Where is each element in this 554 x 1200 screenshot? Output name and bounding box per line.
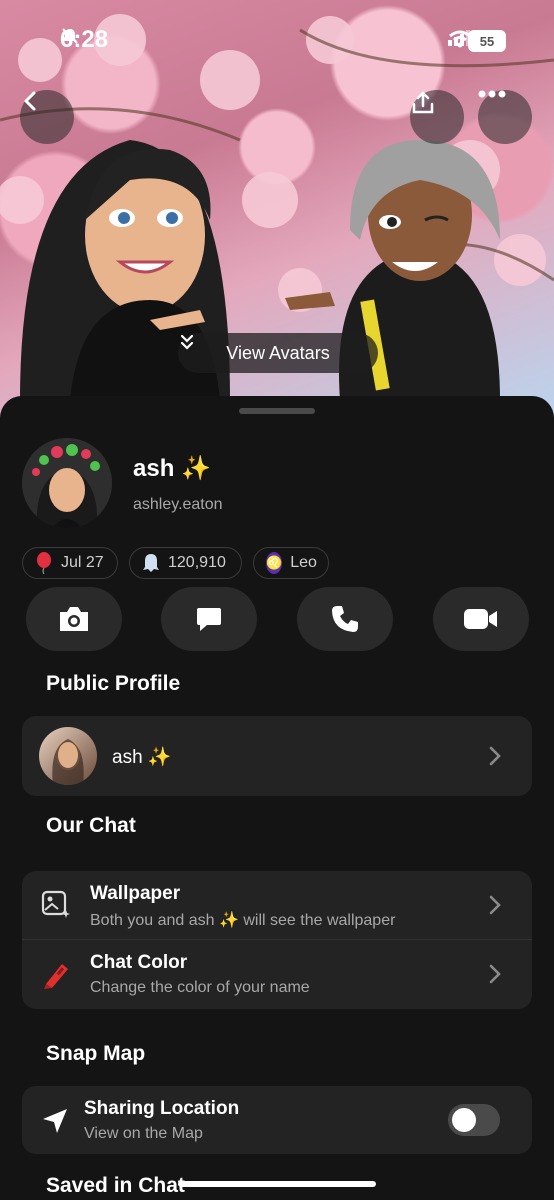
chat-color-subtitle: Change the color of your name (90, 979, 310, 996)
share-upload-icon (412, 91, 434, 114)
crayon-icon (44, 964, 68, 989)
double-chevron-down-icon (180, 334, 194, 350)
public-profile-avatar (39, 727, 97, 785)
sharing-location-subtitle: View on the Map (84, 1125, 203, 1142)
public-profile-card[interactable]: ash ✨ (22, 716, 532, 796)
our-chat-card: Wallpaper Both you and ash ✨ will see th… (22, 871, 532, 1009)
bitmoji-avatar-image (22, 438, 112, 528)
back-button[interactable] (20, 90, 74, 144)
section-title-saved-in-chat: Saved in Chat (46, 1174, 185, 1197)
sharing-location-row[interactable]: Sharing Location View on the Map (22, 1086, 532, 1154)
profile-photo (52, 739, 84, 785)
toggle-knob (452, 1108, 476, 1132)
home-indicator[interactable] (178, 1181, 376, 1187)
sheet-grabber[interactable] (239, 408, 315, 414)
section-title-snap-map: Snap Map (46, 1042, 146, 1065)
video-camera-icon (464, 609, 497, 629)
balloon-icon (37, 552, 51, 574)
phone-icon (332, 606, 358, 632)
wallpaper-row[interactable]: Wallpaper Both you and ash ✨ will see th… (22, 871, 532, 939)
camera-button[interactable] (26, 587, 122, 651)
share-button[interactable] (410, 90, 464, 144)
video-call-button[interactable] (433, 587, 529, 651)
public-profile-name: ash ✨ (112, 747, 172, 768)
zodiac-pill[interactable]: ♌ Leo (253, 547, 329, 579)
hero-banner: 6:28 55 View Avatars (0, 0, 554, 420)
chevron-right-icon (489, 964, 501, 984)
view-avatars-label: View Avatars (226, 342, 330, 363)
section-title-public-profile: Public Profile (46, 672, 181, 695)
call-button[interactable] (297, 587, 393, 651)
profile-sheet: ash ✨ ashley.eaton Jul 27 120,910 ♌ Leo … (0, 396, 554, 1200)
status-indicators: 55 (448, 30, 506, 52)
status-time: 6:28 (60, 26, 109, 53)
birthday-label: Jul 27 (61, 554, 104, 571)
snapscore-label: 120,910 (168, 554, 226, 571)
sharing-location-title: Sharing Location (84, 1098, 240, 1119)
chat-color-row[interactable]: Chat Color Change the color of your name (22, 940, 532, 1009)
profile-avatar[interactable] (22, 438, 112, 528)
snapscore-pill[interactable]: 120,910 (129, 547, 242, 579)
location-arrow-icon (43, 1109, 67, 1133)
chevron-left-icon (24, 91, 36, 111)
sharing-location-toggle[interactable] (448, 1104, 500, 1136)
birthday-pill[interactable]: Jul 27 (22, 547, 118, 579)
profile-name: ash ✨ (133, 455, 211, 482)
camera-icon (60, 607, 88, 631)
profile-username: ashley.eaton (133, 496, 223, 513)
ellipsis-icon (478, 90, 506, 98)
wallpaper-image-icon (41, 890, 70, 918)
zodiac-label: Leo (290, 554, 317, 571)
chat-button[interactable] (161, 587, 257, 651)
chevron-right-icon (489, 895, 501, 915)
battery-indicator: 55 (468, 30, 506, 52)
ghost-icon (143, 554, 159, 572)
more-options-button[interactable] (478, 90, 532, 144)
wallpaper-subtitle: Both you and ash ✨ will see the wallpape… (90, 912, 396, 929)
view-avatars-button[interactable]: View Avatars (178, 333, 378, 373)
leo-zodiac-icon: ♌ (266, 552, 283, 574)
chevron-right-icon (489, 746, 501, 766)
section-title-our-chat: Our Chat (46, 814, 136, 837)
wallpaper-title: Wallpaper (90, 883, 181, 904)
chat-color-title: Chat Color (90, 952, 188, 973)
chat-bubble-icon (197, 608, 221, 631)
